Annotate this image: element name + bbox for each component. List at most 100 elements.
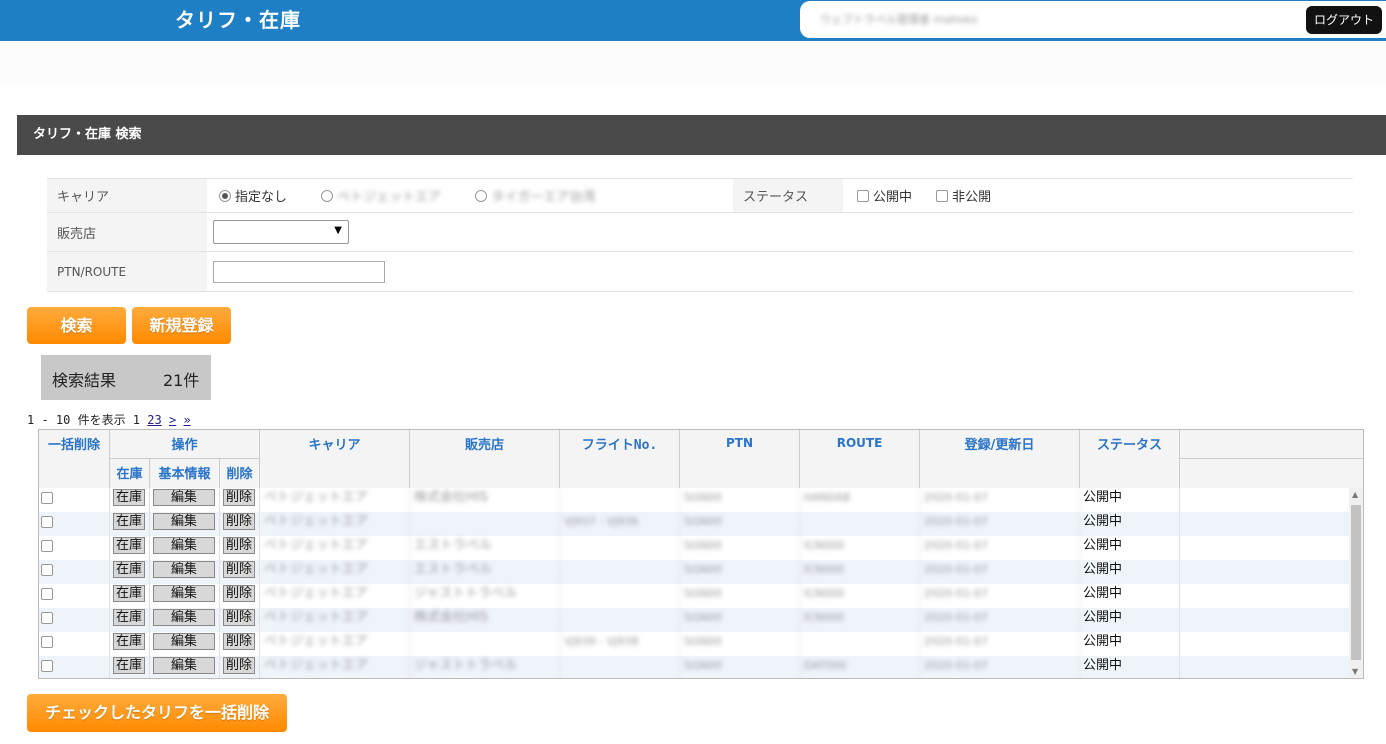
- row-checkbox[interactable]: [41, 636, 53, 648]
- pager-next[interactable]: >: [169, 413, 176, 427]
- row-checkbox-cell: [39, 584, 110, 608]
- row-flight-no: VJ937 - VJ936: [560, 512, 680, 536]
- row-ptn: SGN00: [680, 488, 800, 512]
- row-shop: 株式会社HIS: [410, 608, 560, 632]
- row-delete-button[interactable]: 削除: [223, 585, 255, 602]
- scroll-up-icon[interactable]: ▲: [1352, 490, 1358, 499]
- row-status: 公開中: [1080, 632, 1180, 656]
- row-stock-button[interactable]: 在庫: [113, 657, 145, 674]
- row-shop: [410, 632, 560, 656]
- row-delete-button[interactable]: 削除: [223, 633, 255, 650]
- row-stock-cell: 在庫: [110, 584, 150, 608]
- row-checkbox[interactable]: [41, 612, 53, 624]
- row-delete-button[interactable]: 削除: [223, 657, 255, 674]
- header-route: ROUTE: [800, 430, 920, 489]
- status-label: ステータス: [733, 178, 843, 213]
- row-edit-button[interactable]: 編集: [153, 585, 215, 602]
- row-checkbox-cell: [39, 608, 110, 632]
- row-stock-button[interactable]: 在庫: [113, 561, 145, 578]
- row-delete-cell: 削除: [220, 560, 260, 584]
- row-edit-button[interactable]: 編集: [153, 537, 215, 554]
- result-label: 検索結果: [52, 371, 117, 390]
- row-stock-button[interactable]: 在庫: [113, 633, 145, 650]
- row-stock-button[interactable]: 在庫: [113, 537, 145, 554]
- row-stock-cell: 在庫: [110, 656, 150, 678]
- header-status: ステータス: [1080, 430, 1180, 489]
- row-delete-button[interactable]: 削除: [223, 513, 255, 530]
- row-edit-button[interactable]: 編集: [153, 657, 215, 674]
- new-register-button[interactable]: 新規登録: [132, 307, 231, 344]
- row-route: HAN0AB: [800, 488, 920, 512]
- row-shop: [410, 512, 560, 536]
- logout-button[interactable]: ログアウト: [1306, 6, 1382, 34]
- row-stock-button[interactable]: 在庫: [113, 609, 145, 626]
- row-delete-cell: 削除: [220, 488, 260, 512]
- row-checkbox[interactable]: [41, 588, 53, 600]
- carrier-option-vietjet: ベトジェットエア: [337, 190, 442, 205]
- row-status: 公開中: [1080, 656, 1180, 678]
- scroll-thumb[interactable]: [1351, 505, 1361, 660]
- ptn-route-input[interactable]: [213, 260, 385, 283]
- shop-label: 販売店: [47, 212, 207, 252]
- pager-page-2[interactable]: 2: [147, 413, 154, 427]
- row-carrier: ベトジェットエア: [260, 560, 410, 584]
- header-spacer: [0, 41, 1386, 85]
- row-shop: エストラベル: [410, 560, 560, 584]
- row-flight-no: [560, 608, 680, 632]
- table-row: 在庫 編集 削除 ベトジェットエア ジャストトラベル SGN00 DAT000 2020-01…: [39, 656, 1349, 678]
- bulk-delete-button[interactable]: チェックしたタリフを一括削除: [27, 694, 287, 732]
- carrier-radio-vietjet[interactable]: [321, 190, 334, 202]
- row-checkbox[interactable]: [41, 516, 53, 528]
- status-public-checkbox[interactable]: [857, 190, 869, 202]
- chevron-down-icon: ▼: [334, 225, 342, 236]
- row-stock-cell: 在庫: [110, 560, 150, 584]
- scroll-down-icon[interactable]: ▼: [1352, 667, 1358, 676]
- row-delete-button[interactable]: 削除: [223, 537, 255, 554]
- row-checkbox-cell: [39, 488, 110, 512]
- row-flight-no: [560, 584, 680, 608]
- header-delete: 削除: [220, 459, 260, 489]
- row-edit-button[interactable]: 編集: [153, 633, 215, 650]
- row-stock-button[interactable]: 在庫: [113, 513, 145, 530]
- row-checkbox[interactable]: [41, 540, 53, 552]
- shop-select[interactable]: ▼: [213, 220, 349, 244]
- row-delete-cell: 削除: [220, 512, 260, 536]
- top-bar: タリフ・在庫 ウェブトラベル管理者 mahoko ログアウト: [0, 0, 1386, 41]
- section-header: タリフ・在庫 検索: [17, 115, 1386, 155]
- row-checkbox[interactable]: [41, 492, 53, 504]
- status-private-label: 非公開: [952, 190, 992, 205]
- row-stock-cell: 在庫: [110, 608, 150, 632]
- row-stock-button[interactable]: 在庫: [113, 585, 145, 602]
- row-checkbox[interactable]: [41, 660, 53, 672]
- pager-last[interactable]: »: [183, 413, 190, 427]
- status-options: 公開中 非公開: [843, 178, 1353, 213]
- row-edit-button[interactable]: 編集: [153, 513, 215, 530]
- row-delete-button[interactable]: 削除: [223, 489, 255, 506]
- header-blank: [1180, 430, 1363, 459]
- row-delete-button[interactable]: 削除: [223, 609, 255, 626]
- row-route: ICN000: [800, 536, 920, 560]
- row-checkbox-cell: [39, 536, 110, 560]
- row-checkbox[interactable]: [41, 564, 53, 576]
- carrier-radio-none[interactable]: [219, 190, 231, 202]
- row-edit-button[interactable]: 編集: [153, 609, 215, 626]
- status-private-checkbox[interactable]: [936, 190, 949, 202]
- pager-page-3[interactable]: 3: [155, 413, 162, 427]
- row-flight-no: [560, 560, 680, 584]
- vertical-scrollbar[interactable]: ▲ ▼: [1349, 488, 1363, 678]
- row-delete-button[interactable]: 削除: [223, 561, 255, 578]
- search-button[interactable]: 検索: [27, 307, 126, 344]
- header-shop: 販売店: [410, 430, 560, 489]
- row-stock-cell: 在庫: [110, 632, 150, 656]
- row-edit-button[interactable]: 編集: [153, 489, 215, 506]
- row-edit-button[interactable]: 編集: [153, 561, 215, 578]
- row-ptn: SGN00: [680, 560, 800, 584]
- carrier-radio-tigerair[interactable]: [475, 190, 488, 202]
- row-flight-no: [560, 488, 680, 512]
- row-stock-button[interactable]: 在庫: [113, 489, 145, 506]
- table-row: 在庫 編集 削除 ベトジェットエア エストラベル SGN00 ICN000 2020-01-0…: [39, 560, 1349, 584]
- row-carrier: ベトジェットエア: [260, 608, 410, 632]
- row-checkbox-cell: [39, 560, 110, 584]
- row-status: 公開中: [1080, 608, 1180, 632]
- row-edit-cell: 編集: [150, 656, 220, 678]
